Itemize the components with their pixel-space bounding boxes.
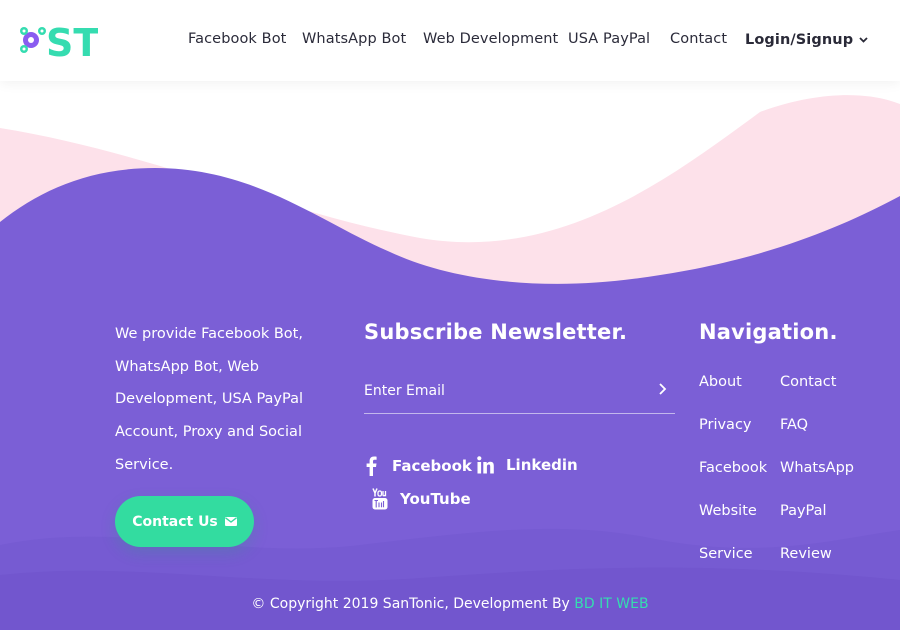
newsletter-form xyxy=(364,372,675,414)
footer-link-review[interactable]: Review xyxy=(780,546,832,562)
newsletter-title: Subscribe Newsletter. xyxy=(364,320,628,344)
footer-link-about[interactable]: About xyxy=(699,374,742,390)
mail-icon xyxy=(224,517,237,526)
login-label: Login/Signup xyxy=(745,32,854,48)
footer-link-paypal[interactable]: PayPal xyxy=(780,503,827,519)
nav-whatsapp-bot[interactable]: WhatsApp Bot xyxy=(302,31,406,47)
about-text: We provide Facebook Bot, WhatsApp Bot, W… xyxy=(115,326,304,473)
copyright-text: © Copyright 2019 SanTonic, Development B… xyxy=(251,596,575,612)
site-header: ST Facebook Bot WhatsApp Bot Web Develop… xyxy=(0,0,900,81)
chevron-right-icon[interactable] xyxy=(657,380,669,398)
contact-us-label: Contact Us xyxy=(132,513,218,530)
social-label-youtube: YouTube xyxy=(400,490,471,508)
nav-web-development[interactable]: Web Development xyxy=(423,31,558,47)
social-label-linkedin: Linkedin xyxy=(506,456,578,474)
social-label-facebook: Facebook xyxy=(392,457,472,475)
footer-link-website[interactable]: Website xyxy=(699,503,757,519)
chevron-down-icon xyxy=(859,31,868,47)
navigation-title: Navigation. xyxy=(699,320,838,344)
copyright: © Copyright 2019 SanTonic, Development B… xyxy=(0,596,900,612)
facebook-icon xyxy=(366,456,377,476)
site-logo[interactable]: ST xyxy=(20,21,98,59)
footer: We provide Facebook Bot, WhatsApp Bot, W… xyxy=(0,0,900,630)
nav-usa-paypal[interactable]: USA PayPal xyxy=(568,31,650,47)
social-link-youtube[interactable]: YouTube xyxy=(372,488,471,510)
nav-login-signup[interactable]: Login/Signup xyxy=(745,31,868,48)
footer-link-privacy[interactable]: Privacy xyxy=(699,417,752,433)
social-link-facebook[interactable]: Facebook xyxy=(364,456,472,476)
linkedin-icon xyxy=(477,456,494,474)
spinner-icon xyxy=(20,27,46,53)
footer-link-whatsapp[interactable]: WhatsApp xyxy=(780,460,854,476)
footer-link-contact[interactable]: Contact xyxy=(780,374,836,390)
footer-link-faq[interactable]: FAQ xyxy=(780,417,808,433)
credit-link[interactable]: BD IT WEB xyxy=(574,596,648,612)
footer-link-facebook[interactable]: Facebook xyxy=(699,460,767,476)
social-link-linkedin[interactable]: Linkedin xyxy=(477,456,578,474)
nav-facebook-bot[interactable]: Facebook Bot xyxy=(188,31,286,47)
contact-us-button[interactable]: Contact Us xyxy=(115,496,254,547)
youtube-icon xyxy=(372,488,388,510)
logo-text: ST xyxy=(46,21,98,59)
footer-link-service[interactable]: Service xyxy=(699,546,753,562)
nav-contact[interactable]: Contact xyxy=(670,31,727,47)
email-input[interactable] xyxy=(364,378,644,404)
